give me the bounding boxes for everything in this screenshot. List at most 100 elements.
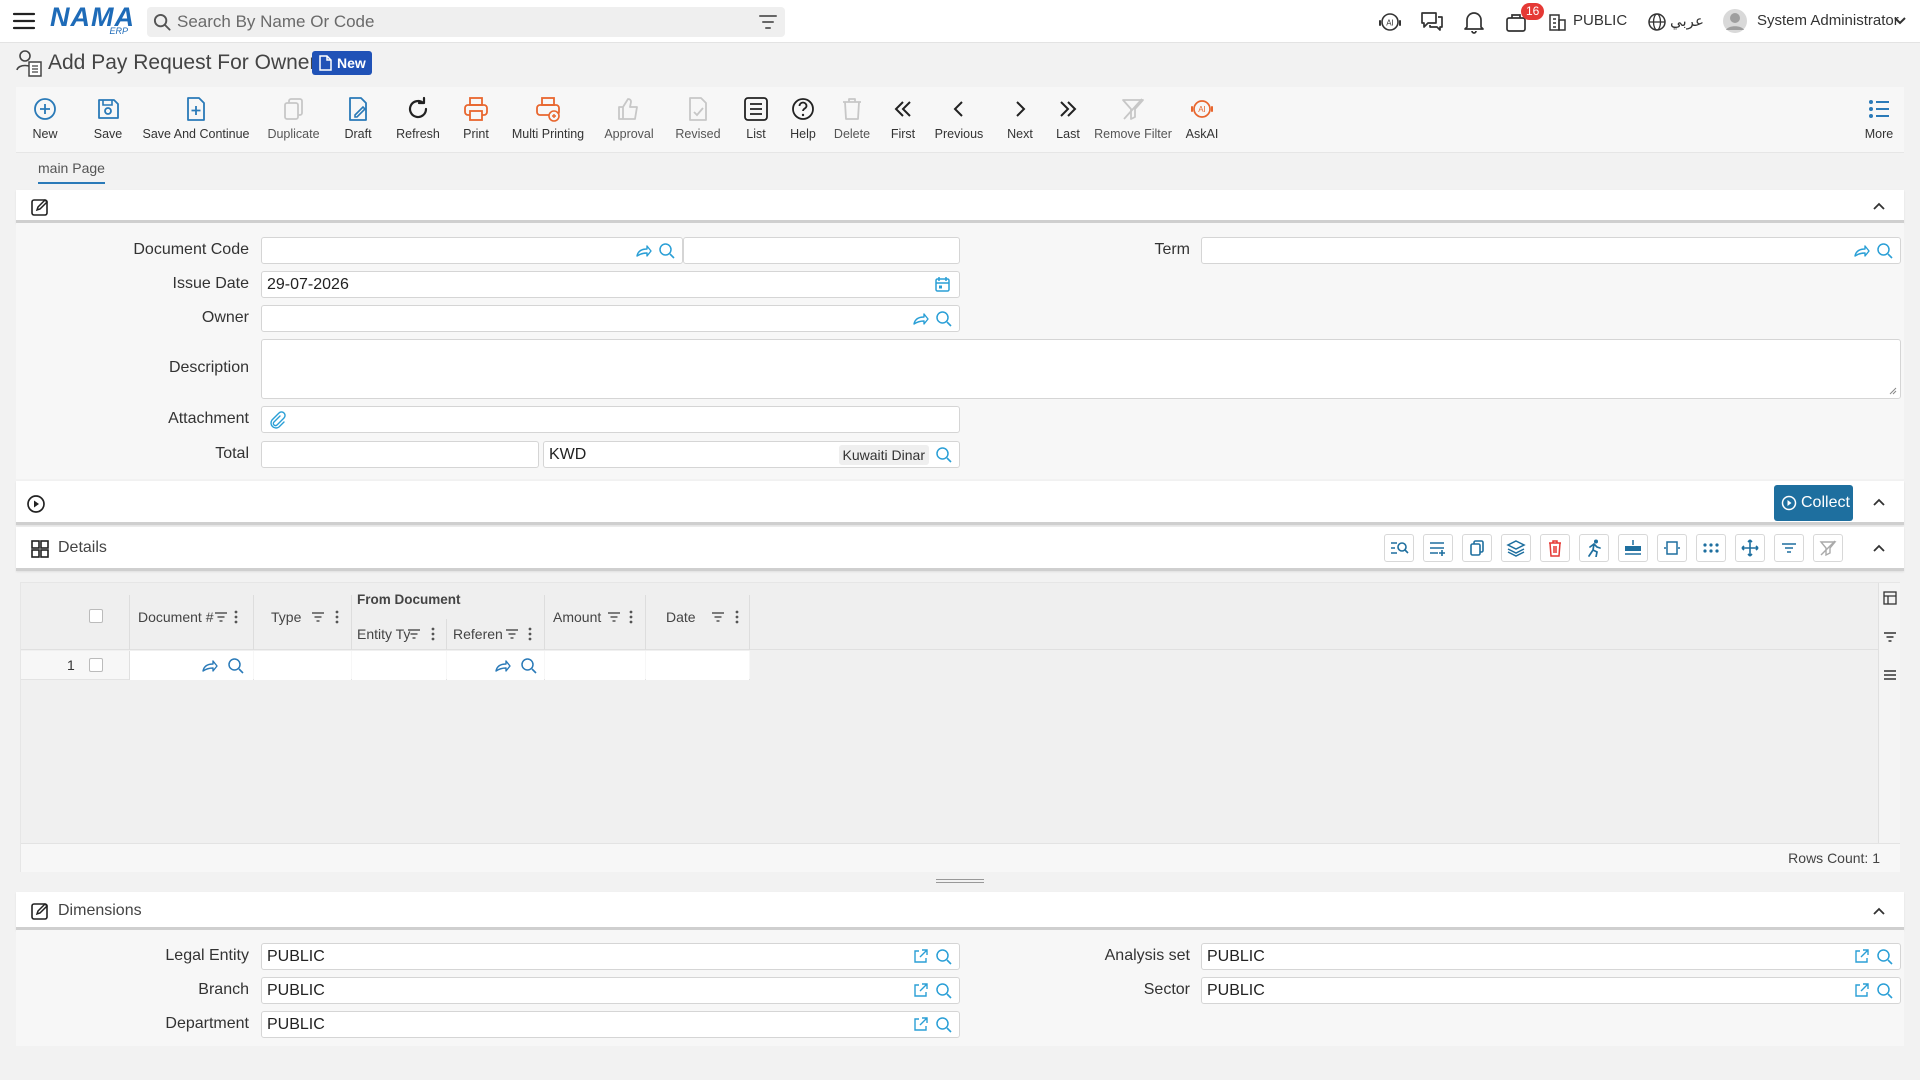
lookup-search-icon[interactable] (935, 982, 953, 1000)
lookup-search-icon[interactable] (935, 1016, 953, 1034)
share-arrow-icon[interactable] (493, 657, 511, 675)
column-menu-icon[interactable] (431, 627, 435, 641)
lookup-search-icon[interactable] (1876, 982, 1894, 1000)
next-button[interactable]: Next (996, 87, 1044, 153)
first-button[interactable]: First (879, 87, 927, 153)
column-menu-icon[interactable] (629, 610, 633, 624)
external-link-icon[interactable] (912, 982, 929, 999)
column-menu-icon[interactable] (335, 610, 339, 624)
help-button[interactable]: Help (777, 87, 829, 153)
grid-search-tool[interactable] (1384, 534, 1414, 562)
reference-cell[interactable] (447, 651, 544, 680)
grid-filter-tool[interactable] (1774, 534, 1804, 562)
grid-add-row-tool[interactable] (1423, 534, 1453, 562)
remove-filter-button[interactable]: Remove Filter (1090, 87, 1176, 153)
column-filter-icon[interactable] (407, 628, 421, 640)
total-amount-field[interactable] (261, 441, 539, 468)
askai-button[interactable]: AI AskAI (1178, 87, 1226, 153)
lookup-search-icon[interactable] (935, 948, 953, 966)
column-filter-icon[interactable] (711, 611, 725, 623)
analysis-set-field[interactable]: PUBLIC (1201, 943, 1901, 970)
filter-icon[interactable] (759, 14, 777, 30)
lookup-search-icon[interactable] (1876, 948, 1894, 966)
lookup-search-icon[interactable] (227, 657, 245, 675)
date-cell[interactable] (646, 651, 749, 680)
grid-fit-columns-tool[interactable] (1657, 534, 1687, 562)
filter-panel-icon[interactable] (1883, 631, 1897, 643)
collapse-chevron-icon[interactable] (1872, 495, 1886, 509)
delete-button[interactable]: Delete (824, 87, 880, 153)
more-button[interactable]: More (1857, 87, 1901, 153)
type-cell[interactable] (254, 651, 351, 680)
grid-density-tool[interactable] (1696, 534, 1726, 562)
grid-copy-tool[interactable] (1462, 534, 1492, 562)
ai-assistant-icon[interactable]: AI (1377, 9, 1403, 35)
table-row[interactable]: 1 (21, 651, 750, 680)
description-textarea[interactable] (261, 339, 1901, 399)
column-filter-icon[interactable] (311, 611, 325, 623)
user-menu[interactable]: System Administrator (1757, 12, 1899, 29)
share-arrow-icon[interactable] (1852, 242, 1870, 260)
column-menu-icon[interactable] (234, 610, 238, 624)
last-button[interactable]: Last (1044, 87, 1092, 153)
column-menu-icon[interactable] (528, 627, 532, 641)
lookup-search-icon[interactable] (935, 310, 953, 328)
grid-insert-row-tool[interactable] (1618, 534, 1648, 562)
column-menu-icon[interactable] (735, 610, 739, 624)
row-checkbox[interactable] (89, 658, 103, 672)
column-filter-icon[interactable] (607, 611, 621, 623)
menu-lines-icon[interactable] (1883, 669, 1897, 681)
save-and-continue-button[interactable]: Save And Continue (129, 87, 263, 153)
list-button[interactable]: List (730, 87, 782, 153)
refresh-button[interactable]: Refresh (385, 87, 451, 153)
column-header-amount[interactable]: Amount (553, 609, 601, 625)
document-no-cell[interactable] (130, 651, 253, 680)
lookup-search-icon[interactable] (658, 242, 676, 260)
select-all-checkbox[interactable] (89, 609, 103, 623)
issue-date-field[interactable]: 29-07-2026 (261, 271, 960, 298)
collapse-chevron-icon[interactable] (1872, 541, 1886, 555)
branch-field[interactable]: PUBLIC (261, 977, 960, 1004)
collect-button[interactable]: Collect (1774, 485, 1853, 521)
multi-printing-button[interactable]: Multi Printing (494, 87, 602, 153)
search-input[interactable] (177, 7, 737, 37)
grid-remove-filter-tool[interactable] (1813, 534, 1843, 562)
calendar-icon[interactable] (934, 276, 951, 293)
duplicate-button[interactable]: Duplicate (256, 87, 331, 153)
external-link-icon[interactable] (912, 948, 929, 965)
bell-icon[interactable] (1461, 9, 1487, 35)
previous-button[interactable]: Previous (927, 87, 991, 153)
external-link-icon[interactable] (1853, 982, 1870, 999)
share-arrow-icon[interactable] (634, 242, 652, 260)
amount-cell[interactable] (545, 651, 645, 680)
attachment-field[interactable] (261, 406, 960, 433)
revised-button[interactable]: Revised (662, 87, 734, 153)
collapse-chevron-icon[interactable] (1872, 199, 1886, 213)
grid-run-tool[interactable] (1579, 534, 1609, 562)
external-link-icon[interactable] (1853, 948, 1870, 965)
currency-field[interactable]: KWD Kuwaiti Dinar (543, 441, 960, 468)
draft-button[interactable]: Draft (328, 87, 388, 153)
branch-selector[interactable]: PUBLIC (1573, 12, 1627, 29)
document-code-name-field[interactable] (683, 237, 960, 264)
chat-icon[interactable] (1419, 9, 1445, 35)
tab-main-page[interactable]: main Page (38, 160, 105, 184)
document-code-field[interactable] (261, 237, 683, 264)
entity-type-cell[interactable] (352, 651, 446, 680)
column-header-reference[interactable]: Referen (453, 626, 503, 642)
grid-move-tool[interactable] (1735, 534, 1765, 562)
collapse-chevron-icon[interactable] (1872, 904, 1886, 918)
lookup-search-icon[interactable] (520, 657, 538, 675)
lookup-search-icon[interactable] (1876, 242, 1894, 260)
share-arrow-icon[interactable] (200, 657, 218, 675)
grid-layers-tool[interactable] (1501, 534, 1531, 562)
share-arrow-icon[interactable] (911, 310, 929, 328)
play-circle-icon[interactable] (26, 494, 46, 514)
external-link-icon[interactable] (912, 1016, 929, 1033)
chevron-down-icon[interactable] (1893, 14, 1907, 28)
avatar[interactable] (1722, 8, 1748, 34)
nama-erp-logo[interactable]: NAMA ERP (50, 2, 134, 38)
columns-panel-icon[interactable] (1883, 591, 1897, 605)
column-filter-icon[interactable] (505, 628, 519, 640)
approval-button[interactable]: Approval (588, 87, 670, 153)
